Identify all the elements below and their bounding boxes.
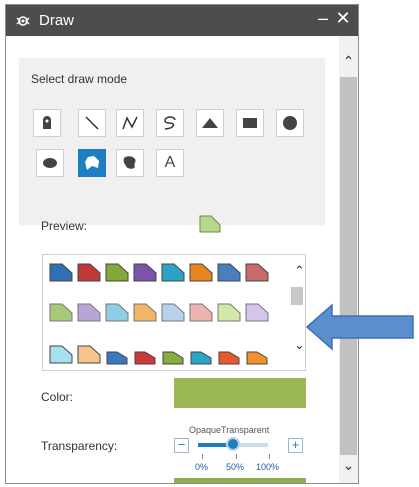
freehand-line-tool-button[interactable] xyxy=(156,109,184,137)
line-icon xyxy=(85,116,99,130)
window-title: Draw xyxy=(39,12,75,29)
polygon-icon xyxy=(85,156,99,170)
polyline-tool-button[interactable] xyxy=(116,109,144,137)
transparency-slider-handle[interactable] xyxy=(226,437,240,451)
symbol-swatch[interactable] xyxy=(189,261,213,283)
symbol-swatch[interactable] xyxy=(245,261,269,283)
ellipse-tool-button[interactable] xyxy=(36,149,64,177)
draw-mode-label: Select draw mode xyxy=(31,72,128,86)
symbol-gallery xyxy=(42,254,306,371)
panel-scroll-down-button[interactable]: ⌄ xyxy=(340,457,357,474)
symbol-swatch[interactable] xyxy=(245,343,269,365)
symbol-swatch[interactable] xyxy=(161,261,185,283)
gallery-scrollbar-thumb[interactable] xyxy=(291,287,303,305)
ellipse-icon xyxy=(43,158,57,168)
point-tool-button[interactable] xyxy=(33,109,61,137)
symbol-swatch[interactable] xyxy=(161,343,185,365)
polyline-icon xyxy=(122,116,138,130)
rectangle-tool-button[interactable] xyxy=(236,109,264,137)
symbol-swatch[interactable] xyxy=(245,301,269,323)
line-tool-button[interactable] xyxy=(78,109,106,137)
symbol-swatch[interactable] xyxy=(133,261,157,283)
circle-tool-button[interactable] xyxy=(276,109,304,137)
opaque-label: Opaque xyxy=(189,425,222,435)
symbol-swatch[interactable] xyxy=(49,343,73,365)
transparent-label: Transparent xyxy=(221,425,270,435)
freehand-polygon-icon xyxy=(123,156,136,169)
symbol-swatch[interactable] xyxy=(133,343,157,365)
color-label: Color: xyxy=(41,390,74,404)
symbol-swatch[interactable] xyxy=(161,301,185,323)
triangle-tool-button[interactable] xyxy=(196,109,224,137)
panel-content: Select draw mode A Preview: ⌃ ⌄ Color: T… xyxy=(6,36,339,483)
gallery-scroll-down-button[interactable]: ⌄ xyxy=(294,337,305,353)
outline-color-swatch[interactable] xyxy=(174,478,306,483)
symbol-swatch[interactable] xyxy=(217,261,241,283)
panel-scrollbar-thumb[interactable] xyxy=(340,77,357,455)
symbol-swatch[interactable] xyxy=(189,301,213,323)
symbol-swatch[interactable] xyxy=(133,301,157,323)
color-picker-swatch[interactable] xyxy=(174,378,306,408)
tick-label-50: 50% xyxy=(226,462,245,472)
text-icon: A xyxy=(164,154,176,171)
minimize-button[interactable]: – xyxy=(316,8,330,29)
tick-label-100: 100% xyxy=(256,462,280,472)
symbol-swatch[interactable] xyxy=(49,301,73,323)
title-bar: Draw – ✕ xyxy=(6,5,358,36)
symbol-swatch[interactable] xyxy=(77,343,101,365)
decrease-transparency-button[interactable]: − xyxy=(174,438,189,453)
transparency-label: Transparency: xyxy=(41,439,118,453)
circle-icon xyxy=(283,116,297,130)
draw-panel: Draw – ✕ Select draw mode A Preview: ⌃ ⌄… xyxy=(5,4,359,484)
close-button[interactable]: ✕ xyxy=(335,8,351,29)
symbol-swatch[interactable] xyxy=(105,301,129,323)
symbol-swatch[interactable] xyxy=(217,343,241,365)
draw-widget-icon xyxy=(16,16,30,26)
callout-arrow-icon xyxy=(305,303,414,351)
tick-label-0: 0% xyxy=(195,462,209,472)
rectangle-icon xyxy=(243,118,257,128)
slider-tick xyxy=(269,454,270,459)
text-tool-button[interactable]: A xyxy=(156,149,184,177)
symbol-swatch[interactable] xyxy=(49,261,73,283)
pin-icon xyxy=(43,116,51,129)
symbol-swatch[interactable] xyxy=(77,301,101,323)
symbol-swatch[interactable] xyxy=(217,301,241,323)
gallery-scroll-up-button[interactable]: ⌃ xyxy=(294,263,305,279)
slider-tick xyxy=(202,454,203,459)
triangle-icon xyxy=(202,118,218,128)
panel-scroll-up-button[interactable]: ⌃ xyxy=(340,53,357,70)
symbol-swatch[interactable] xyxy=(105,261,129,283)
symbol-swatch[interactable] xyxy=(189,343,213,365)
preview-polygon xyxy=(199,215,221,233)
symbol-swatch[interactable] xyxy=(105,343,129,365)
polygon-tool-button[interactable] xyxy=(78,149,106,177)
slider-tick xyxy=(236,454,237,459)
slider-titles: OpaqueTransparent xyxy=(189,425,269,435)
freehand-polygon-tool-button[interactable] xyxy=(116,149,144,177)
increase-transparency-button[interactable]: + xyxy=(288,438,303,453)
preview-label: Preview: xyxy=(41,219,88,233)
freehand-line-icon xyxy=(164,116,176,130)
symbol-swatch[interactable] xyxy=(77,261,101,283)
